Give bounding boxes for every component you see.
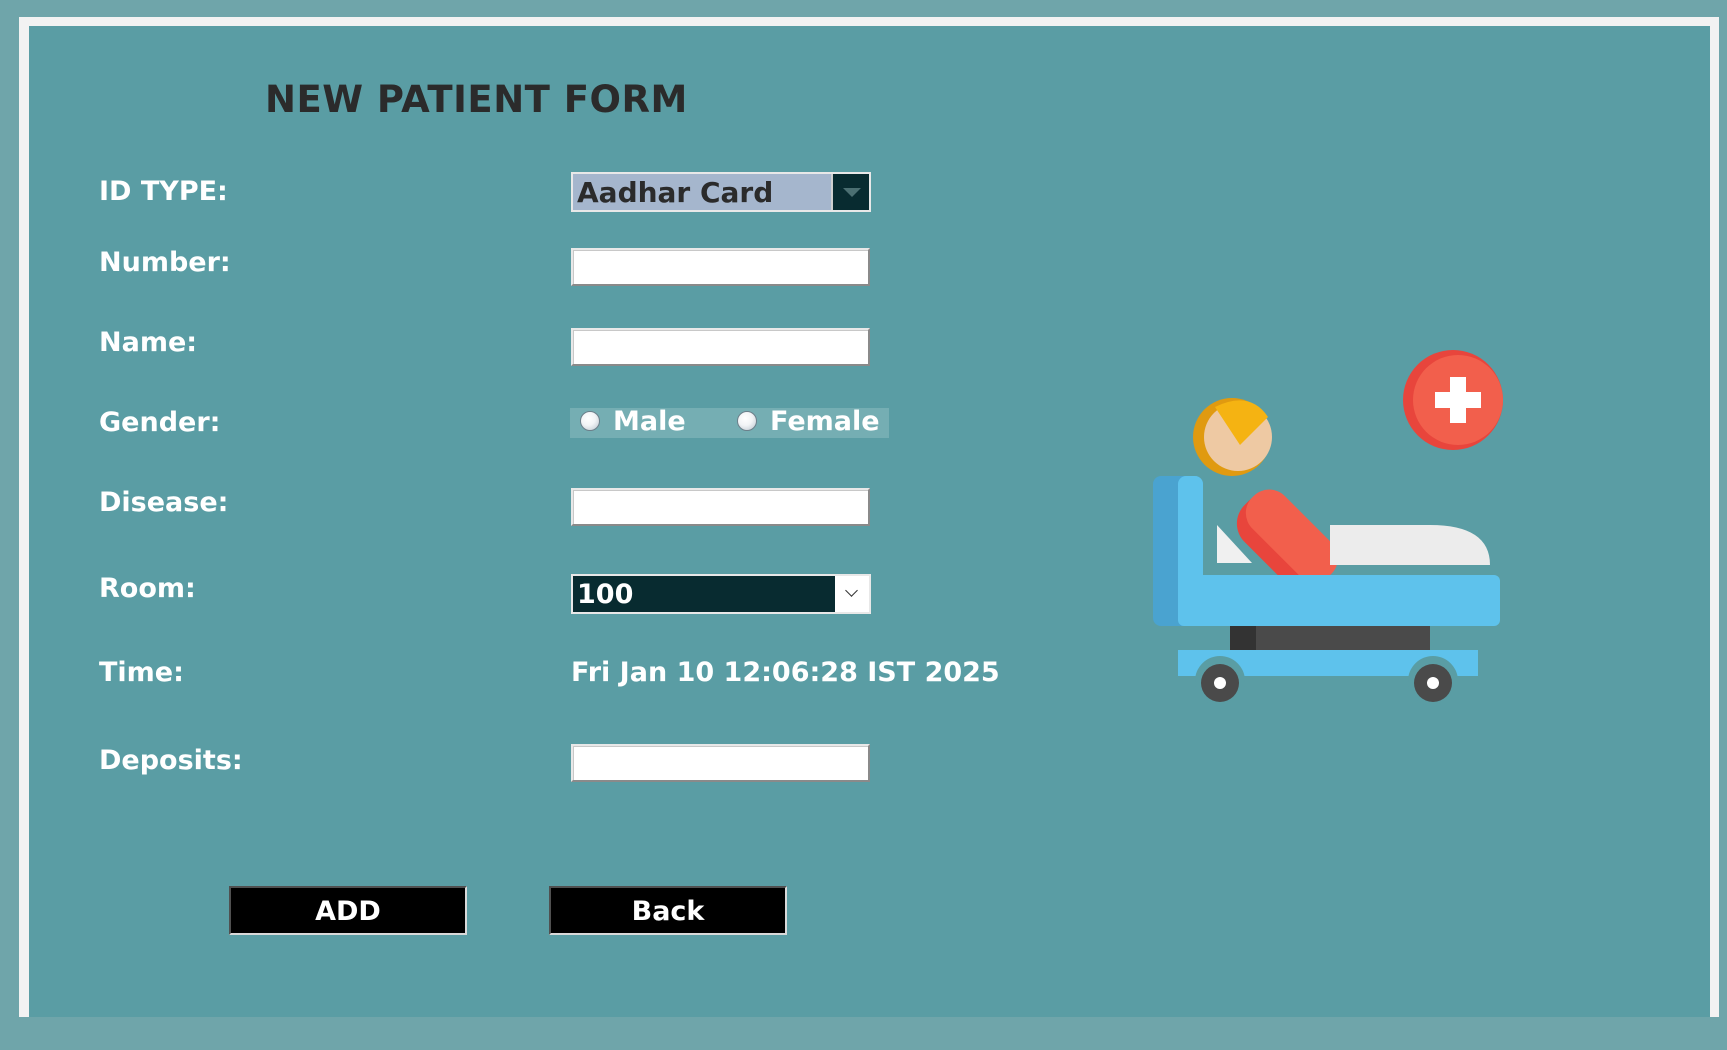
male-radio-label[interactable]: Male <box>613 406 686 437</box>
time-value: Fri Jan 10 12:06:28 IST 2025 <box>571 657 1000 688</box>
room-label: Room: <box>99 573 196 604</box>
number-label: Number: <box>99 247 231 278</box>
male-radio[interactable] <box>580 411 600 431</box>
female-radio[interactable] <box>737 411 757 431</box>
dropdown-arrow-icon[interactable] <box>831 174 869 210</box>
deposits-label: Deposits: <box>99 745 243 776</box>
disease-input[interactable] <box>571 488 870 526</box>
disease-label: Disease: <box>99 487 229 518</box>
deposits-input[interactable] <box>571 744 870 782</box>
female-radio-label[interactable]: Female <box>770 406 880 437</box>
room-selected: 100 <box>577 579 634 610</box>
number-input[interactable] <box>571 248 870 286</box>
id-type-label: ID TYPE: <box>99 176 228 207</box>
gender-radio-group: Male Female <box>570 406 889 438</box>
chevron-down-icon[interactable] <box>835 576 869 612</box>
room-select[interactable]: 100 <box>571 574 871 614</box>
back-button[interactable]: Back <box>549 886 787 935</box>
time-label: Time: <box>99 657 184 688</box>
name-input[interactable] <box>571 328 870 366</box>
name-label: Name: <box>99 327 198 358</box>
page-title: NEW PATIENT FORM <box>265 78 688 121</box>
hospital-bed-patient-icon <box>1153 350 1503 705</box>
add-button[interactable]: ADD <box>229 886 467 935</box>
id-type-select[interactable]: Aadhar Card <box>571 172 871 212</box>
gender-label: Gender: <box>99 407 221 438</box>
id-type-selected: Aadhar Card <box>577 176 774 209</box>
